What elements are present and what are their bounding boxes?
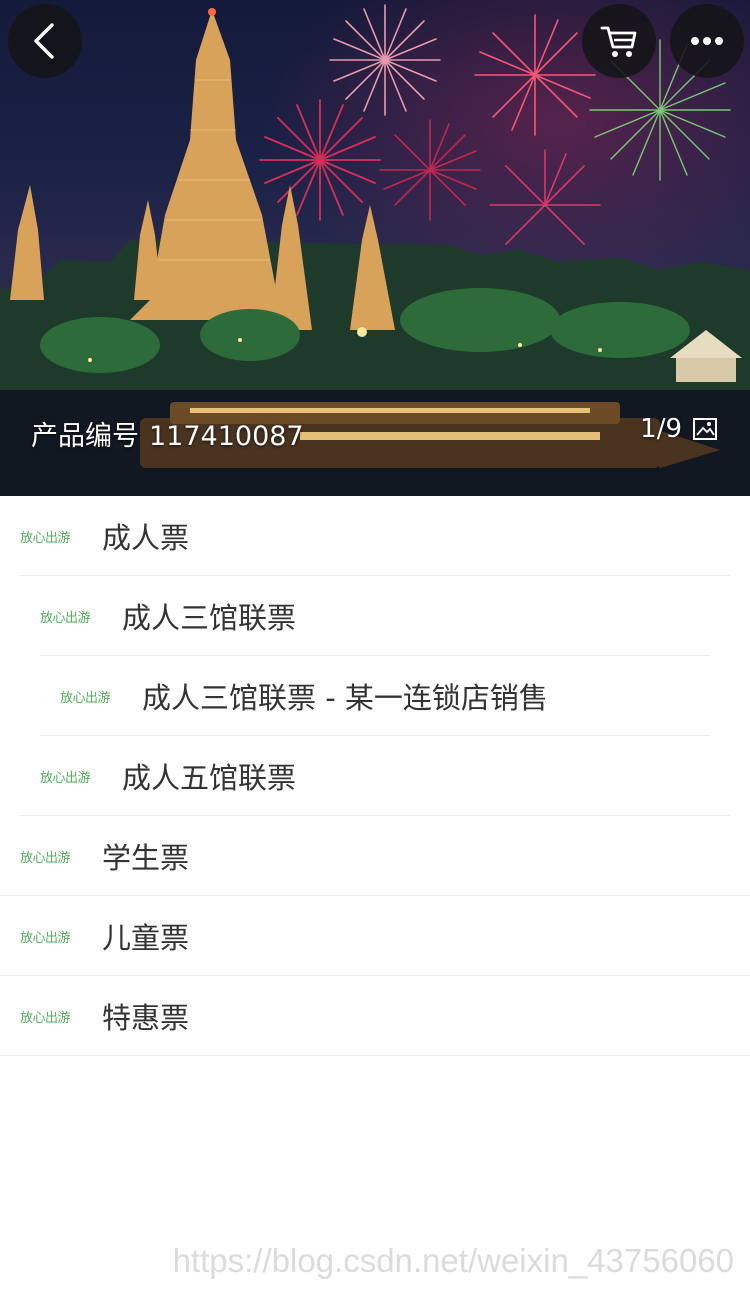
ticket-label: 成人五馆联票 [122, 761, 297, 795]
shopping-cart-icon [600, 26, 637, 57]
ticket-item[interactable]: 放心出游 成人五馆联票 [0, 736, 750, 816]
product-code-value: 117410087 [149, 421, 304, 452]
ticket-label: 儿童票 [102, 921, 190, 955]
ticket-list: 放心出游 成人票 放心出游 成人三馆联票 放心出游 成人三馆联票 - 某一连锁店销售 放心出… [0, 496, 750, 1056]
ticket-item[interactable]: 放心出游 成人三馆联票 [0, 576, 750, 656]
ticket-label: 成人票 [102, 521, 190, 555]
ticket-item[interactable]: 放心出游 学生票 [0, 816, 750, 896]
trust-badge: 放心出游 [20, 930, 71, 946]
trust-badge: 放心出游 [20, 530, 71, 546]
ticket-label: 成人三馆联票 [122, 601, 297, 635]
product-code: 产品编号 117410087 [31, 414, 304, 453]
trust-badge: 放心出游 [40, 610, 91, 626]
image-icon [693, 418, 717, 440]
image-counter[interactable]: 1/9 [640, 414, 718, 444]
product-hero-image[interactable]: 产品编号 117410087 1/9 [0, 0, 750, 496]
ticket-item[interactable]: 放心出游 成人三馆联票 - 某一连锁店销售 [0, 656, 750, 736]
ticket-label: 学生票 [102, 841, 190, 875]
ticket-item[interactable]: 放心出游 特惠票 [0, 976, 750, 1056]
ticket-label: 成人三馆联票 - 某一连锁店销售 [142, 681, 548, 715]
ticket-item[interactable]: 放心出游 儿童票 [0, 896, 750, 976]
trust-badge: 放心出游 [40, 770, 91, 786]
watermark: https://blog.csdn.net/weixin_43756060 [172, 1242, 734, 1279]
divider [0, 1055, 750, 1056]
ticket-item[interactable]: 放心出游 成人票 [0, 496, 750, 576]
more-dots-icon [691, 37, 723, 45]
ticket-label: 特惠票 [102, 1001, 190, 1035]
trust-badge: 放心出游 [60, 690, 111, 706]
back-button[interactable] [8, 4, 82, 78]
trust-badge: 放心出游 [20, 1010, 71, 1026]
image-counter-text: 1/9 [640, 414, 682, 444]
chevron-left-icon [34, 23, 54, 59]
cart-button[interactable] [582, 4, 656, 78]
more-button[interactable] [670, 4, 744, 78]
trust-badge: 放心出游 [20, 850, 71, 866]
product-code-label: 产品编号 [31, 421, 139, 452]
